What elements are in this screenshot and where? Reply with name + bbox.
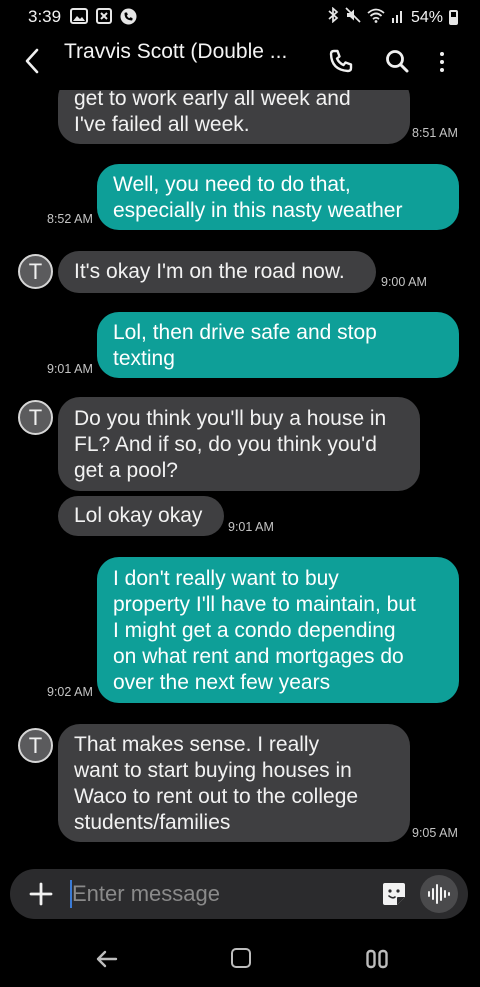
message-line: Well, you need to do that, [113, 173, 351, 196]
battery-icon [449, 10, 458, 25]
message-line: I don't really want to buy [113, 567, 339, 590]
voice-wave-icon [428, 884, 450, 904]
message-line: want to start buying houses in [74, 759, 352, 782]
message-line: Lol okay okay [74, 504, 203, 527]
phone-icon [329, 49, 353, 73]
message-line: I've failed all week. [74, 113, 250, 136]
message-line: texting [113, 347, 175, 370]
conversation-header: Travvis Scott (Double ... [0, 34, 480, 90]
message-timestamp: 9:05 AM [412, 826, 458, 840]
notification-icons [70, 8, 137, 30]
mute-icon [345, 7, 361, 28]
message-timestamp: 9:00 AM [381, 275, 427, 289]
message-line: Waco to rent out to the college [74, 785, 359, 808]
wifi-icon [367, 8, 385, 28]
message-timestamp: 9:02 AM [47, 685, 93, 699]
message-line: Do you think you'll buy a house in [74, 407, 387, 430]
back-arrow-icon [96, 950, 118, 968]
message-line: on what rent and mortgages do [113, 645, 404, 668]
close-box-icon [96, 8, 112, 30]
message-composer [10, 869, 468, 919]
search-icon [386, 50, 409, 73]
more-options-button[interactable] [432, 48, 452, 76]
message-line: especially in this nasty weather [113, 199, 403, 222]
message-line: That makes sense. I really [74, 733, 320, 756]
message-list[interactable]: get to work early all week and I've fail… [0, 90, 480, 860]
status-time: 3:39 [28, 7, 62, 26]
incoming-message-bubble[interactable]: It's okay I'm on the road now. [58, 251, 376, 293]
incoming-message-bubble[interactable]: get to work early all week and I've fail… [58, 90, 410, 144]
contact-avatar[interactable]: T [18, 400, 53, 435]
message-line: FL? And if so, do you think you'd [74, 433, 377, 456]
message-line: over the next few years [113, 671, 331, 694]
message-line: Lol, then drive safe and stop [113, 321, 377, 344]
back-icon [25, 48, 39, 74]
system-icons: 54% [328, 6, 458, 28]
voice-message-button[interactable] [420, 875, 458, 913]
system-navigation-bar [0, 930, 480, 987]
message-line: It's okay I'm on the road now. [74, 260, 345, 283]
back-button[interactable] [18, 46, 46, 76]
message-timestamp: 9:01 AM [228, 520, 274, 534]
home-icon[interactable] [231, 948, 251, 968]
nav-recents-button[interactable] [366, 949, 388, 969]
message-line: I might get a condo depending [113, 619, 396, 642]
battery-percent: 54% [410, 8, 443, 26]
incoming-message-bubble[interactable]: Lol okay okay [58, 496, 224, 536]
message-timestamp: 8:51 AM [412, 126, 458, 140]
message-line: get to work early all week and [74, 90, 351, 110]
add-attachment-button[interactable] [29, 882, 53, 906]
message-line: students/families [74, 811, 231, 834]
outgoing-message-bubble[interactable]: I don't really want to buy property I'll… [97, 557, 459, 703]
incoming-message-bubble[interactable]: That makes sense. I really want to start… [58, 724, 410, 842]
phone-app-icon [120, 8, 137, 30]
message-line: get a pool? [74, 459, 178, 482]
sticker-icon [383, 883, 405, 905]
message-line: property I'll have to maintain, but [113, 593, 416, 616]
more-vert-icon [440, 52, 444, 56]
contact-name-title[interactable]: Travvis Scott (Double ... [64, 40, 287, 64]
search-button[interactable] [384, 48, 412, 76]
contact-avatar[interactable]: T [18, 728, 53, 763]
message-input[interactable] [72, 878, 362, 910]
image-icon [70, 8, 88, 30]
incoming-message-bubble[interactable]: Do you think you'll buy a house in FL? A… [58, 397, 420, 491]
status-bar: 3:39 54% [0, 0, 480, 34]
outgoing-message-bubble[interactable]: Lol, then drive safe and stop texting [97, 312, 459, 378]
call-button[interactable] [328, 48, 356, 76]
add-icon [29, 882, 53, 906]
message-timestamp: 9:01 AM [47, 362, 93, 376]
signal-icon [391, 8, 405, 28]
nav-back-button[interactable] [94, 946, 120, 972]
sticker-button[interactable] [381, 881, 407, 907]
bluetooth-icon [328, 6, 339, 28]
message-timestamp: 8:52 AM [47, 212, 93, 226]
recents-icon [366, 949, 388, 969]
contact-avatar[interactable]: T [18, 254, 53, 289]
outgoing-message-bubble[interactable]: Well, you need to do that, especially in… [97, 164, 459, 230]
